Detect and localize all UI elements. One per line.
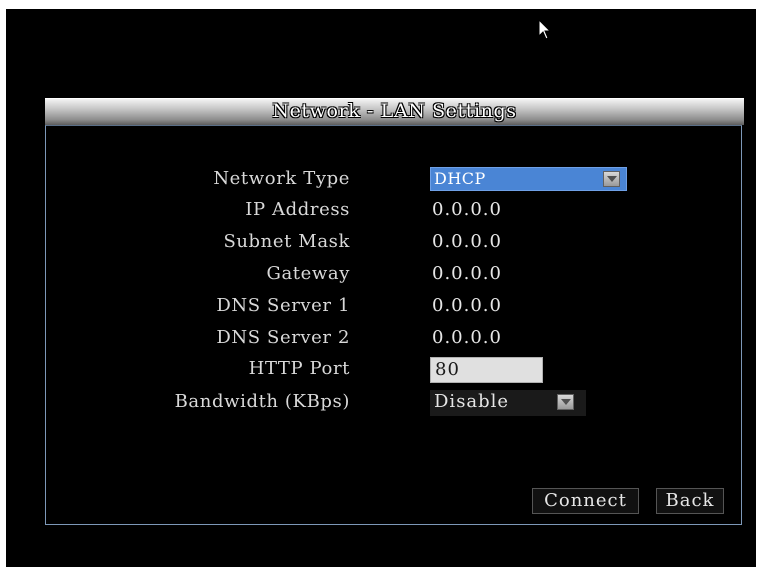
bandwidth-dropdown-button[interactable] (557, 394, 574, 410)
dns-server-1-value: 0.0.0.0 (432, 295, 502, 316)
chevron-down-icon (607, 176, 617, 182)
dialog-title: Network - LAN Settings (272, 100, 517, 122)
http-port-input[interactable]: 80 (430, 357, 543, 383)
http-port-value: 80 (435, 359, 460, 380)
gateway-row: Gateway 0.0.0.0 (46, 262, 741, 286)
dns-server-2-value: 0.0.0.0 (432, 327, 502, 348)
network-type-row: Network Type DHCP (46, 167, 741, 191)
bandwidth-dropdown[interactable]: Disable (430, 390, 586, 416)
dns-server-2-row: DNS Server 2 0.0.0.0 (46, 326, 741, 350)
dialog-title-bar: Network - LAN Settings (45, 98, 744, 125)
bandwidth-value: Disable (434, 391, 510, 412)
dvr-screen: Network - LAN Settings Network Type DHCP… (6, 9, 756, 567)
ip-address-value: 0.0.0.0 (432, 199, 502, 220)
network-type-dropdown[interactable]: DHCP (430, 167, 627, 191)
mouse-pointer-icon (538, 19, 552, 40)
subnet-mask-row: Subnet Mask 0.0.0.0 (46, 230, 741, 254)
connect-button[interactable]: Connect (532, 488, 639, 514)
chevron-down-icon (561, 399, 571, 405)
bandwidth-row: Bandwidth (KBps) Disable (46, 390, 741, 416)
ip-address-label: IP Address (245, 199, 350, 220)
http-port-row: HTTP Port 80 (46, 357, 741, 383)
dns-server-2-label: DNS Server 2 (216, 327, 350, 348)
lan-settings-panel: Network Type DHCP IP Address 0.0.0.0 Sub… (45, 125, 742, 525)
dns-server-1-row: DNS Server 1 0.0.0.0 (46, 294, 741, 318)
subnet-mask-label: Subnet Mask (223, 231, 350, 252)
gateway-value: 0.0.0.0 (432, 263, 502, 284)
gateway-label: Gateway (266, 263, 350, 284)
subnet-mask-value: 0.0.0.0 (432, 231, 502, 252)
bandwidth-label: Bandwidth (KBps) (174, 391, 350, 412)
http-port-label: HTTP Port (248, 358, 350, 379)
network-type-dropdown-button[interactable] (603, 171, 620, 187)
network-type-label: Network Type (213, 168, 350, 189)
back-button[interactable]: Back (656, 488, 724, 514)
network-type-value: DHCP (434, 169, 486, 188)
ip-address-row: IP Address 0.0.0.0 (46, 198, 741, 222)
dns-server-1-label: DNS Server 1 (216, 295, 350, 316)
